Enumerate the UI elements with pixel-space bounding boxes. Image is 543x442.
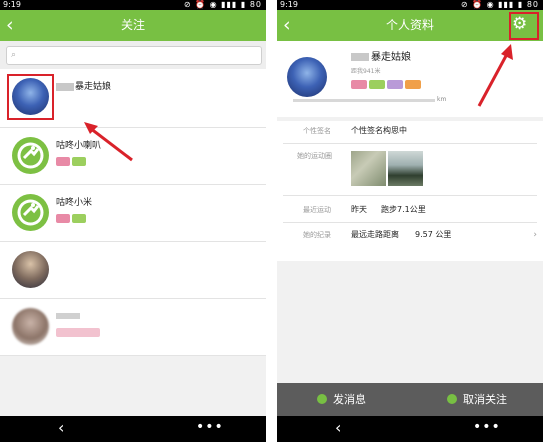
avatar [12,308,49,345]
highlight-box [7,74,54,120]
divider [283,195,537,196]
status-icon-strip: ⊘ ⏰ ◉ ▮▮▮ ▮ [183,0,247,9]
profile-name-text: 暴走姑娘 [371,52,411,63]
badge-tag [405,80,421,89]
avatar[interactable] [287,57,327,97]
contact-tags [56,157,88,166]
contact-name: 咕咚小喇叭 [56,141,102,151]
system-nav-bar: ‹ ••• [277,416,543,442]
contact-tags [56,328,102,337]
gender-tag [56,157,70,166]
avatar [12,137,49,174]
runner-logo-icon [17,142,44,169]
divider [283,222,537,223]
signature-label: 个性签名 [303,127,331,135]
page-title: 关注 [120,18,145,32]
highlight-box [509,12,539,40]
distance-unit: km [437,96,447,103]
battery-level: 80 [526,0,539,9]
list-item-contact[interactable] [0,299,266,356]
system-nav-bar: ‹ ••• [0,416,266,442]
records-label: 她的纪录 [303,231,331,239]
gender-tag [56,214,70,223]
level-tag [72,157,86,166]
records-value: 9.57 公里 [415,230,452,239]
list-item-contact[interactable]: 咕咚小米 [0,185,266,242]
contact-name-text: 暴走姑娘 [75,82,112,92]
search-input[interactable] [23,48,253,62]
list-item-contact[interactable] [0,242,266,299]
unfollow-button[interactable]: 取消关注 [447,383,507,416]
records-title: 最远走路距离 [351,230,399,239]
sport-photo[interactable] [351,151,386,186]
status-icon-strip: ⊘ ⏰ ◉ ▮▮▮ ▮ [460,0,524,9]
search-box[interactable]: ⌕ [6,46,262,65]
list-item-contact[interactable]: 暴走姑娘 [0,69,266,128]
sport-circle-label: 她的运动圈 [297,152,332,160]
avatar [12,194,49,231]
sport-photo[interactable] [388,151,423,186]
status-bar: 9:19 ⊘ ⏰ ◉ ▮▮▮ ▮ 80 [277,0,543,10]
contact-name: 咕咚小米 [56,198,93,208]
profile-tags [351,80,423,89]
runner-logo-icon [17,199,44,226]
contact-name [56,312,80,323]
send-message-button[interactable]: 发消息 [317,383,366,416]
contact-tags [56,214,88,223]
check-icon [447,394,457,404]
divider [283,143,537,144]
recent-sport-day: 昨天 [351,205,367,214]
more-icon[interactable]: ••• [473,417,501,437]
follow-list: 暴走姑娘 咕咚小喇叭 咕咚小米 [0,69,266,356]
status-icons: ⊘ ⏰ ◉ ▮▮▮ ▮ 80 [461,0,539,10]
search-bar: ⌕ [0,41,266,69]
gender-tag [351,80,367,89]
profile-header: 暴走姑娘 距我941米 km [277,41,543,117]
right-screen-profile: 9:19 ⊘ ⏰ ◉ ▮▮▮ ▮ 80 ‹ 个人资料 ⚙ 暴走姑娘 距我941米… [277,0,543,442]
signature-value: 个性签名构思中 [351,126,407,135]
action-bar: 发消息 取消关注 [277,383,543,416]
battery-level: 80 [249,0,262,9]
nav-back-icon[interactable]: ‹ [58,418,64,438]
nav-back-icon[interactable]: ‹ [335,418,341,438]
profile-details: 个性签名 个性签名构思中 她的运动圈 最近运动 昨天 跑步7.1公里 她的纪录 … [277,121,543,261]
check-icon [317,394,327,404]
recent-sport-label: 最近运动 [303,206,331,214]
avatar [12,251,49,288]
more-icon[interactable]: ••• [196,417,224,437]
unfollow-label: 取消关注 [463,393,507,406]
title-bar: ‹ 个人资料 [277,10,543,41]
status-time: 9:19 [3,0,21,9]
status-icons: ⊘ ⏰ ◉ ▮▮▮ ▮ 80 [184,0,262,10]
level-tag [72,214,86,223]
status-bar: 9:19 ⊘ ⏰ ◉ ▮▮▮ ▮ 80 [0,0,266,10]
title-bar: ‹ 关注 [0,10,266,41]
status-time: 9:19 [280,0,298,9]
left-screen-follow-list: 9:19 ⊘ ⏰ ◉ ▮▮▮ ▮ 80 ‹ 关注 ⌕ 暴走姑娘 咕咚小喇叭 咕咚… [0,0,266,442]
chevron-right-icon[interactable]: › [533,230,537,240]
list-item-contact[interactable]: 咕咚小喇叭 [0,128,266,185]
level-tag [369,80,385,89]
blurred-tag [56,328,100,337]
profile-subtext: 距我941米 [351,68,381,75]
send-message-label: 发消息 [333,393,366,406]
search-icon: ⌕ [11,50,17,60]
contact-name: 暴走姑娘 [56,82,111,93]
profile-name: 暴走姑娘 [351,52,411,64]
distance-bar [293,99,435,102]
page-title: 个人资料 [385,18,434,32]
recent-sport-value: 跑步7.1公里 [381,205,426,214]
badge-tag [387,80,403,89]
